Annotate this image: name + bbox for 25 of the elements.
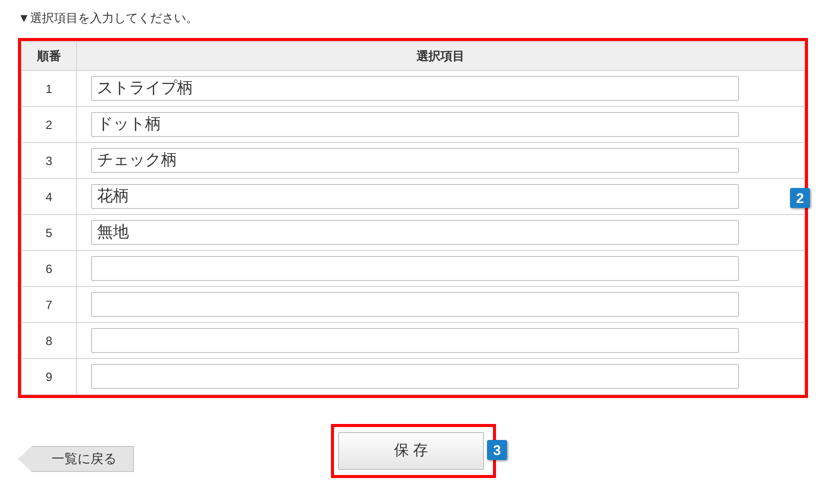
row-number: 2 [46, 118, 52, 132]
row-number: 1 [46, 82, 52, 96]
input-field[interactable]: 無地 [91, 220, 739, 245]
row-number: 5 [46, 226, 52, 240]
input-field[interactable] [91, 292, 739, 317]
input-field[interactable]: ドット柄 [91, 112, 739, 137]
step-badge: 3 [487, 440, 507, 460]
input-field[interactable] [91, 364, 739, 389]
save-button[interactable]: 保 存 [338, 432, 484, 470]
column-header: 選択項目 [416, 49, 464, 63]
row-number: 6 [46, 262, 52, 276]
step-badge: 2 [790, 188, 810, 208]
row-number: 4 [46, 190, 52, 204]
row-number: 9 [46, 370, 52, 384]
input-field[interactable]: 花柄 [91, 184, 739, 209]
input-field[interactable]: ストライプ柄 [91, 76, 739, 101]
row-number: 7 [46, 298, 52, 312]
row-number: 8 [46, 334, 52, 348]
instruction-text: ▼選択項目を入力してください。 [18, 10, 199, 27]
input-field[interactable]: チェック柄 [91, 148, 739, 173]
column-header: 順番 [37, 49, 61, 63]
input-field[interactable] [91, 256, 739, 281]
row-number: 3 [46, 154, 52, 168]
input-field[interactable] [91, 328, 739, 353]
back-button[interactable]: 一覧に戻る [18, 446, 134, 472]
